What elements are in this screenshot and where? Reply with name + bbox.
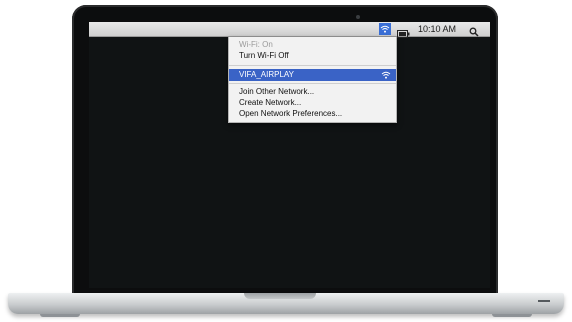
menu-bar: 10:10 AM [89, 22, 490, 38]
battery-icon[interactable] [397, 25, 410, 38]
wifi-dropdown-menu: Wi-Fi: On Turn Wi-Fi Off VIFA_AIRPLAY Jo… [228, 37, 397, 123]
turn-wifi-off-menu-item[interactable]: Turn Wi-Fi Off [229, 50, 396, 61]
lid-notch [244, 293, 316, 299]
create-network-menu-item[interactable]: Create Network... [229, 97, 396, 108]
open-network-preferences-menu-item[interactable]: Open Network Preferences... [229, 108, 396, 119]
wifi-icon [381, 71, 391, 79]
search-icon[interactable] [469, 24, 479, 37]
sleep-indicator [538, 300, 550, 302]
menu-bar-clock[interactable]: 10:10 AM [418, 23, 456, 35]
screen: 10:10 AM Wi-Fi: On Turn Wi-Fi Off VIFA_A… [89, 22, 490, 288]
wifi-status-label: Wi-Fi: On [239, 40, 273, 49]
network-menu-item[interactable]: VIFA_AIRPLAY [229, 69, 396, 81]
menu-separator [229, 65, 396, 66]
laptop-scene: 10:10 AM Wi-Fi: On Turn Wi-Fi Off VIFA_A… [0, 0, 572, 322]
laptop-foot [492, 314, 532, 317]
laptop-foot [40, 314, 80, 317]
menu-separator [229, 83, 396, 84]
laptop-base [8, 293, 564, 314]
join-other-network-menu-item[interactable]: Join Other Network... [229, 86, 396, 97]
wifi-icon [380, 25, 390, 33]
camera-icon [356, 15, 360, 19]
network-name: VIFA_AIRPLAY [239, 70, 294, 79]
wifi-menu-icon[interactable] [379, 23, 391, 35]
